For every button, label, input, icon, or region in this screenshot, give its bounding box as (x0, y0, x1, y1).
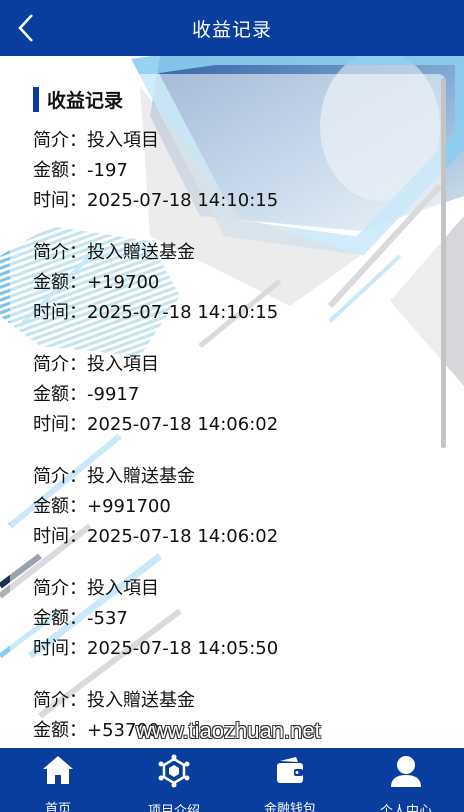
watermark-text: www.tiaozhuan.net (136, 718, 321, 743)
tab-project-intro-label: 项目介绍 (147, 804, 200, 812)
records-list: 简介：投入項目 金额：-197 时间：2025-07-18 14:10:15 简… (33, 126, 433, 748)
tab-project-intro[interactable]: 项目介绍 (116, 748, 232, 812)
amount-label: 金额： (33, 160, 87, 181)
time-value: 2025-07-18 14:10:15 (87, 190, 279, 211)
tab-wallet-label: 金融钱包 (263, 802, 316, 812)
home-icon (41, 754, 75, 786)
page-title: 收益记录 (191, 18, 272, 41)
intro-label: 简介： (33, 578, 87, 599)
record-item: 简介：投入項目 金额：-537 时间：2025-07-18 14:05:50 (33, 574, 433, 686)
record-amount-row: 金额：+991700 (33, 492, 433, 522)
record-item: 简介：投入贈送基金 金额：+991700 时间：2025-07-18 14:06… (33, 462, 433, 574)
section-title: 收益记录 (47, 90, 124, 112)
intro-value: 投入項目 (87, 354, 159, 375)
record-time-row: 时间：2025-07-18 14:06:02 (33, 522, 433, 552)
top-navigation-bar: 收益记录 (0, 0, 464, 56)
record-intro-row: 简介：投入贈送基金 (33, 462, 433, 492)
intro-value: 投入項目 (87, 130, 159, 151)
amount-label: 金额： (33, 272, 87, 293)
record-item: 简介：投入項目 金额：-9917 时间：2025-07-18 14:06:02 (33, 350, 433, 462)
section-accent-bar (33, 87, 39, 112)
tab-wallet[interactable]: 金融钱包 (232, 748, 348, 812)
time-label: 时间： (33, 638, 87, 659)
income-records-card: 收益记录 简介：投入項目 金额：-197 时间：2025-07-18 14:10… (0, 56, 448, 748)
record-time-row: 时间：2025-07-18 14:05:50 (33, 634, 433, 664)
record-amount-row: 金额：-537 (33, 604, 433, 634)
tab-profile-label: 个人中心 (379, 804, 432, 812)
record-intro-row: 简介：投入贈送基金 (33, 686, 433, 716)
record-time-row: 时间：2025-07-18 14:06:02 (33, 410, 433, 440)
amount-label: 金额： (33, 720, 87, 741)
record-intro-row: 简介：投入項目 (33, 350, 433, 380)
cube-network-icon (157, 754, 191, 788)
record-intro-row: 简介：投入項目 (33, 126, 433, 156)
time-label: 时间： (33, 190, 87, 211)
intro-value: 投入項目 (87, 578, 159, 599)
scrollbar[interactable] (441, 78, 446, 448)
record-amount-row: 金额：+19700 (33, 268, 433, 298)
amount-label: 金额： (33, 608, 87, 629)
time-value: 2025-07-18 14:05:50 (87, 638, 279, 659)
time-label: 时间： (33, 414, 87, 435)
intro-label: 简介： (33, 130, 87, 151)
intro-value: 投入贈送基金 (87, 690, 195, 711)
amount-value: -197 (87, 160, 128, 181)
record-amount-row: 金额：-197 (33, 156, 433, 186)
time-label: 时间： (33, 526, 87, 547)
record-intro-row: 简介：投入贈送基金 (33, 238, 433, 268)
amount-value: -537 (87, 608, 128, 629)
amount-value: -9917 (87, 384, 140, 405)
tab-home[interactable]: 首页 (0, 748, 116, 812)
amount-value: +19700 (87, 272, 160, 293)
tab-home-label: 首页 (44, 802, 71, 812)
wallet-icon (273, 754, 307, 786)
amount-label: 金额： (33, 384, 87, 405)
section-header: 收益记录 (33, 86, 123, 113)
record-time-row: 时间：2025-07-18 14:10:15 (33, 298, 433, 328)
time-label: 时间： (33, 302, 87, 323)
time-value: 2025-07-18 14:10:15 (87, 302, 279, 323)
time-value: 2025-07-18 14:06:02 (87, 414, 279, 435)
intro-label: 简介： (33, 354, 87, 375)
bottom-tab-bar: 首页 项目介绍 金融钱包 个人中心 (0, 748, 464, 812)
time-value: 2025-07-18 14:06:02 (87, 526, 279, 547)
record-time-row: 时间：2025-07-18 14:10:15 (33, 186, 433, 216)
user-icon (389, 754, 423, 788)
intro-label: 简介： (33, 690, 87, 711)
amount-value: +991700 (87, 496, 171, 517)
back-button[interactable] (10, 12, 42, 44)
record-intro-row: 简介：投入項目 (33, 574, 433, 604)
intro-label: 简介： (33, 242, 87, 263)
intro-value: 投入贈送基金 (87, 466, 195, 487)
intro-label: 简介： (33, 466, 87, 487)
amount-label: 金额： (33, 496, 87, 517)
tab-profile[interactable]: 个人中心 (348, 748, 464, 812)
intro-value: 投入贈送基金 (87, 242, 195, 263)
chevron-left-icon (18, 14, 33, 42)
record-item: 简介：投入項目 金额：-197 时间：2025-07-18 14:10:15 (33, 126, 433, 238)
record-amount-row: 金额：-9917 (33, 380, 433, 410)
record-item: 简介：投入贈送基金 金额：+19700 时间：2025-07-18 14:10:… (33, 238, 433, 350)
